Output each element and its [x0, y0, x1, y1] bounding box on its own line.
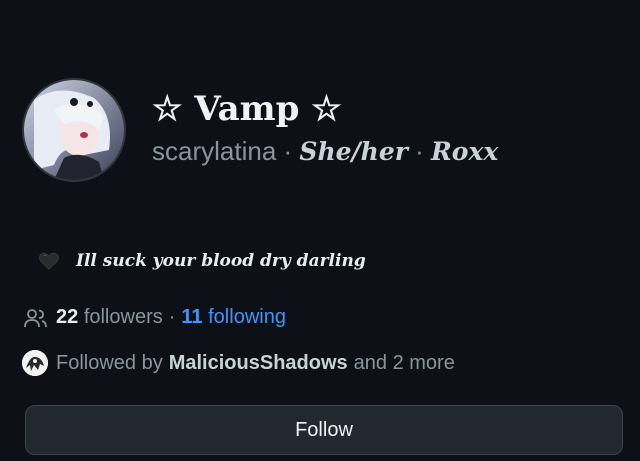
followers-label: followers [83, 306, 163, 328]
profile-page: ☆ Vamp ☆ scarylatina · She/her · Roxx Il… [0, 0, 640, 461]
username-line: scarylatina · She/her · Roxx [152, 135, 498, 168]
follower-avatar [22, 350, 48, 376]
avatar[interactable] [22, 78, 126, 182]
following-link[interactable]: 11 following [181, 306, 286, 329]
profile-header: ☆ Vamp ☆ scarylatina · She/her · Roxx [22, 78, 498, 182]
followed-by[interactable]: Followed by MaliciousShadows and 2 more [22, 350, 455, 376]
profile-names: ☆ Vamp ☆ scarylatina · She/her · Roxx [152, 87, 498, 168]
followed-by-prefix: Followed by [56, 351, 163, 374]
bio: Ill suck your blood dry darling [38, 250, 366, 272]
stats-dot: · [168, 306, 176, 328]
separator: · [276, 135, 300, 166]
follower-avatar-icon [22, 350, 48, 376]
followed-by-name: MaliciousShadows [168, 351, 348, 374]
follow-button[interactable]: Follow [25, 405, 623, 455]
profile-extra: Roxx [431, 136, 499, 166]
followed-by-suffix: and 2 more [353, 351, 455, 374]
separator: · [407, 135, 432, 166]
followers-count: 22 [56, 306, 79, 328]
followers-link[interactable]: 22 followers [56, 306, 163, 329]
pronouns: She/her [299, 136, 408, 166]
following-label: following [208, 306, 286, 328]
display-name: ☆ Vamp ☆ [152, 88, 342, 129]
anime-girl-avatar-icon [24, 80, 124, 180]
people-icon [24, 308, 47, 327]
follow-stats: 22 followers · 11 following [24, 306, 286, 329]
following-count: 11 [181, 306, 203, 328]
bio-text: Ill suck your blood dry darling [76, 251, 366, 271]
black-heart-icon [39, 252, 59, 270]
username: scarylatina [152, 135, 277, 166]
